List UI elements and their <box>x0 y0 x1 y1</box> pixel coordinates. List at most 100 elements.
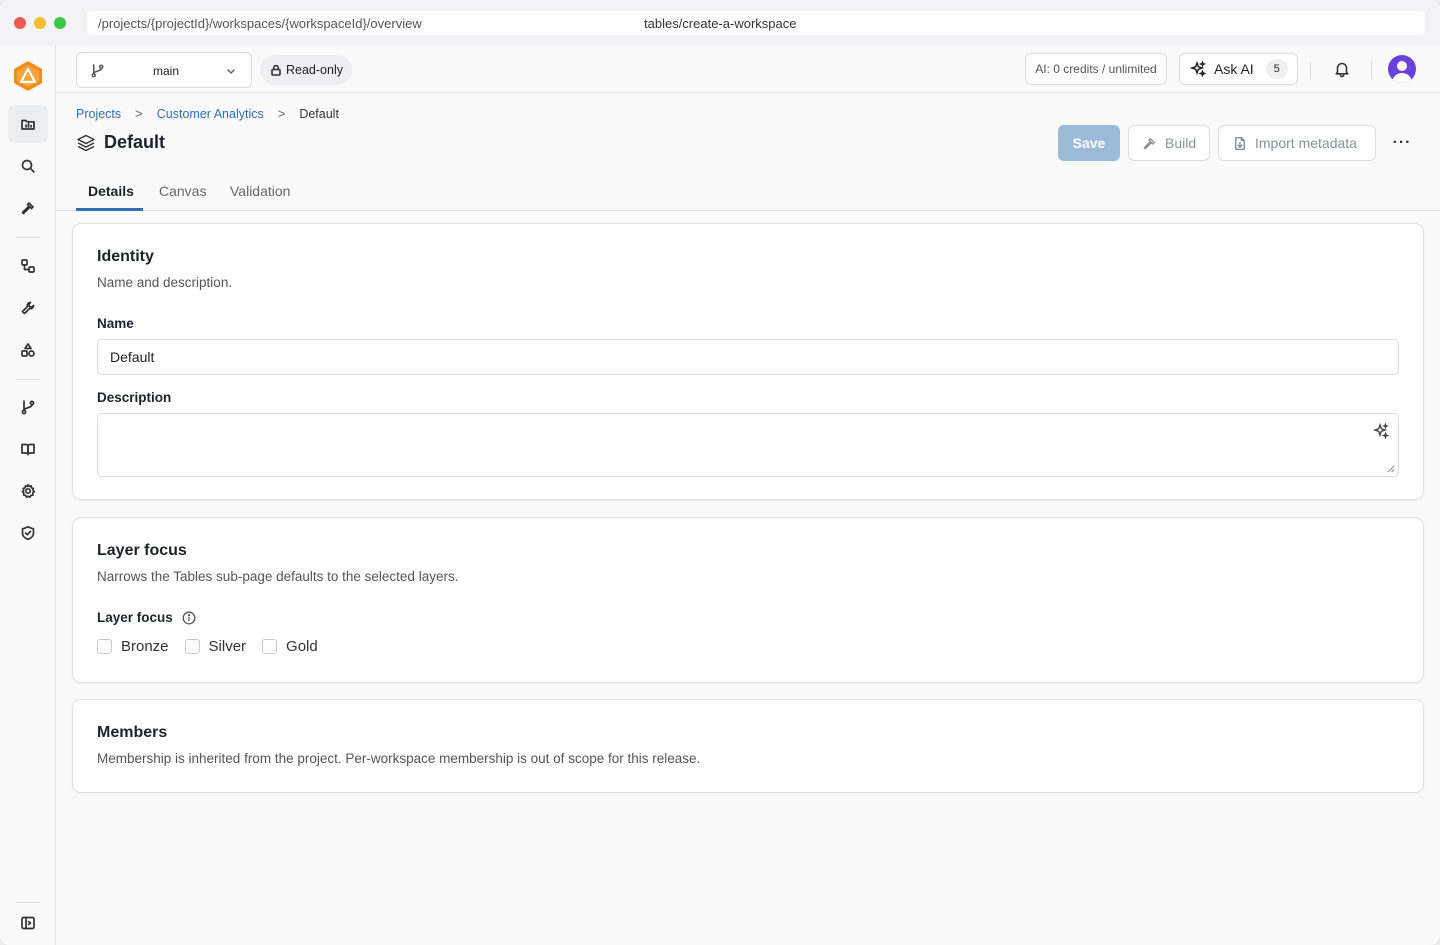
shapes-icon <box>21 259 35 273</box>
book-open-icon <box>21 443 35 456</box>
build-button[interactable]: Build <box>1128 125 1210 161</box>
more-options-button[interactable]: ··· <box>1390 133 1414 153</box>
tab-details[interactable]: Details <box>88 183 134 199</box>
hammer-icon <box>1143 137 1155 149</box>
chevron-down-icon <box>226 68 236 75</box>
tab-canvas[interactable]: Canvas <box>159 183 206 199</box>
components-icon <box>21 343 35 357</box>
sidebar-item-build[interactable] <box>8 189 48 227</box>
members-title: Members <box>97 724 168 741</box>
tab-bar: Details Canvas Validation <box>56 172 1440 211</box>
address-bar[interactable]: /projects/{projectId}/workspaces/{worksp… <box>87 11 1425 35</box>
description-field-label: Description <box>97 390 172 405</box>
sidebar-divider <box>16 237 40 238</box>
ask-ai-label: Ask AI <box>1214 61 1254 77</box>
lock-icon <box>271 64 281 76</box>
git-branch-icon <box>21 400 35 415</box>
import-metadata-button[interactable]: Import metadata <box>1218 125 1376 161</box>
minimize-window-button[interactable] <box>34 17 46 29</box>
user-avatar[interactable] <box>1388 55 1416 83</box>
title-bar: /projects/{projectId}/workspaces/{worksp… <box>0 0 1440 46</box>
ai-generate-icon[interactable] <box>1373 423 1389 439</box>
folder-chart-icon <box>21 119 35 130</box>
import-metadata-label: Import metadata <box>1255 135 1357 151</box>
wrench-icon <box>21 301 35 315</box>
ask-ai-count-badge: 5 <box>1265 59 1288 79</box>
sidebar-item-settings[interactable] <box>8 472 48 510</box>
layer-option-bronze[interactable]: Bronze <box>97 638 169 655</box>
ai-credits-label: AI: 0 credits / unlimited <box>1035 62 1157 76</box>
header-divider <box>1310 61 1311 79</box>
url-route: tables/create-a-workspace <box>644 16 797 31</box>
bronze-checkbox[interactable] <box>97 639 112 654</box>
active-tab-indicator <box>76 208 143 211</box>
sidebar-item-components[interactable] <box>8 331 48 369</box>
layer-focus-description: Narrows the Tables sub-page defaults to … <box>97 569 459 584</box>
ai-credits-button[interactable]: AI: 0 credits / unlimited <box>1025 53 1167 85</box>
tab-validation[interactable]: Validation <box>230 183 290 199</box>
git-branch-icon <box>91 64 104 78</box>
breadcrumb: Projects > Customer Analytics > Default <box>76 106 339 121</box>
sidebar-divider <box>16 379 40 380</box>
members-card: Members Membership is inherited from the… <box>72 699 1424 793</box>
description-textarea[interactable] <box>97 413 1399 477</box>
read-only-label: Read-only <box>286 63 343 77</box>
breadcrumb-separator: > <box>277 106 286 121</box>
sidebar-item-projects[interactable] <box>8 105 48 143</box>
app-window: /projects/{projectId}/workspaces/{worksp… <box>0 0 1440 945</box>
gold-label[interactable]: Gold <box>286 638 318 655</box>
file-import-icon <box>1235 136 1245 150</box>
identity-title: Identity <box>97 248 154 265</box>
maximize-window-button[interactable] <box>54 17 66 29</box>
layer-focus-checkbox-group: Bronze Silver Gold <box>97 638 334 655</box>
top-header: main Read-only AI: 0 credits / unlimited… <box>56 46 1440 93</box>
layer-focus-label-text: Layer focus <box>97 610 173 625</box>
name-field-label: Name <box>97 316 134 331</box>
sidebar-item-tools[interactable] <box>8 289 48 327</box>
branch-name: main <box>153 64 180 78</box>
save-button[interactable]: Save <box>1058 125 1120 161</box>
layers-icon <box>77 134 95 151</box>
members-description: Membership is inherited from the project… <box>97 751 701 766</box>
layer-focus-title: Layer focus <box>97 542 187 559</box>
sidebar-item-shapes[interactable] <box>8 247 48 285</box>
url-path: /projects/{projectId}/workspaces/{worksp… <box>98 16 422 31</box>
sidebar-item-branches[interactable] <box>8 388 48 426</box>
breadcrumb-projects-link[interactable]: Projects <box>76 107 121 121</box>
gear-icon <box>21 483 36 498</box>
resize-handle-icon[interactable] <box>1387 465 1395 473</box>
layer-option-gold[interactable]: Gold <box>262 638 318 655</box>
name-input[interactable]: Default <box>97 339 1399 375</box>
header-divider <box>1371 61 1372 79</box>
panel-left-icon <box>21 916 35 930</box>
ask-ai-button[interactable]: Ask AI 5 <box>1179 53 1298 85</box>
app-logo-icon[interactable] <box>13 60 43 92</box>
build-label: Build <box>1165 135 1197 151</box>
sidebar-item-search[interactable] <box>8 147 48 185</box>
read-only-badge: Read-only <box>260 55 352 85</box>
branch-selector[interactable]: main <box>76 52 252 88</box>
avatar-head-shape <box>1397 61 1407 71</box>
sidebar-divider <box>16 902 40 903</box>
sidebar-item-docs[interactable] <box>8 430 48 468</box>
silver-checkbox[interactable] <box>184 639 200 654</box>
sparkles-icon <box>1190 61 1206 77</box>
breadcrumb-separator: > <box>135 106 143 121</box>
layer-focus-card: Layer focus Narrows the Tables sub-page … <box>72 517 1424 683</box>
info-icon[interactable] <box>182 611 196 625</box>
sidebar-item-security[interactable] <box>8 514 48 552</box>
silver-label[interactable]: Silver <box>209 638 247 655</box>
breadcrumb-project-link[interactable]: Customer Analytics <box>157 107 264 121</box>
bronze-label[interactable]: Bronze <box>121 638 169 655</box>
identity-card: Identity Name and description. Name Defa… <box>72 223 1424 500</box>
sidebar <box>0 46 56 945</box>
page-title-text: Default <box>104 132 166 152</box>
sidebar-collapse-button[interactable] <box>8 904 48 942</box>
shield-check-icon <box>21 525 35 541</box>
close-window-button[interactable] <box>14 17 26 29</box>
gold-checkbox[interactable] <box>262 639 278 654</box>
page-title: Default <box>76 132 165 153</box>
bell-icon[interactable] <box>1333 60 1351 78</box>
layer-focus-field-label: Layer focus <box>97 610 196 625</box>
layer-option-silver[interactable]: Silver <box>184 638 247 655</box>
